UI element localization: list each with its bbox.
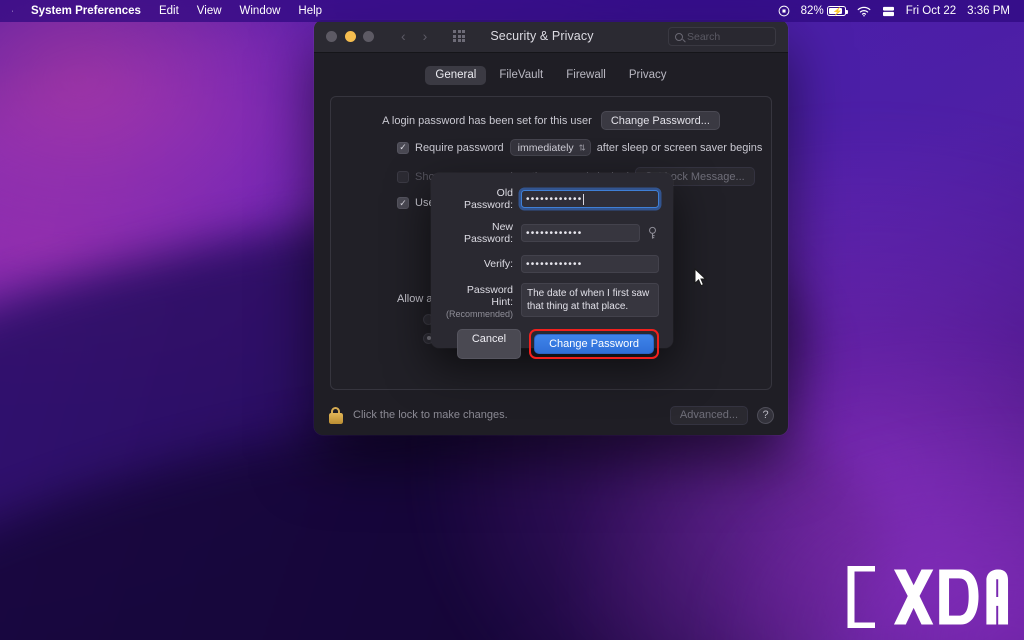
change-password-highlight: Change Password <box>529 329 659 359</box>
new-password-value: •••••••••••• <box>526 227 583 239</box>
menu-item-edit[interactable]: Edit <box>150 0 188 22</box>
menu-item-view[interactable]: View <box>188 0 231 22</box>
desktop-screen: System Preferences Edit View Window Help… <box>0 0 1024 640</box>
bracket-mark-icon <box>847 566 875 628</box>
search-input[interactable]: Search <box>668 27 776 46</box>
window-titlebar: ‹ › Security & Privacy Search <box>314 20 788 53</box>
sheet-buttons: Cancel Change Password <box>445 329 659 359</box>
tab-firewall[interactable]: Firewall <box>556 66 616 85</box>
menu-item-help[interactable]: Help <box>289 0 331 22</box>
password-hint-label: Password Hint: (Recommended) <box>445 283 521 319</box>
lock-message: Click the lock to make changes. <box>353 409 508 421</box>
window-footer: Click the lock to make changes. Advanced… <box>314 395 788 435</box>
control-center-icon[interactable] <box>778 5 790 17</box>
advanced-button[interactable]: Advanced... <box>669 405 748 425</box>
tab-filevault[interactable]: FileVault <box>489 66 553 85</box>
close-button[interactable] <box>326 30 337 42</box>
menu-bar: System Preferences Edit View Window Help… <box>0 0 1024 22</box>
window-content: General FileVault Firewall Privacy A log… <box>314 53 788 435</box>
forward-chevron-icon[interactable]: › <box>423 29 428 43</box>
require-password-suffix: after sleep or screen saver begins <box>596 141 763 154</box>
help-button[interactable]: ? <box>757 406 774 424</box>
password-hint-sublabel: (Recommended) <box>445 309 513 319</box>
search-icon <box>675 32 683 41</box>
password-hint-title: Password Hint: <box>466 284 513 308</box>
new-password-label: New Password: <box>463 221 513 245</box>
screen-mirroring-icon[interactable] <box>882 6 895 17</box>
new-password-row: New Password: •••••••••••• <box>445 221 659 245</box>
password-hint-row: Password Hint: (Recommended) The date of… <box>445 283 659 319</box>
cancel-button[interactable]: Cancel <box>456 329 522 359</box>
minimize-button[interactable] <box>344 30 356 42</box>
require-password-label: Require password <box>415 141 504 154</box>
old-password-label: Old Password: <box>463 187 513 211</box>
require-password-interval-select[interactable]: immediately <box>509 139 591 156</box>
apple-logo-icon[interactable] <box>8 4 22 18</box>
menu-item-window[interactable]: Window <box>231 0 290 22</box>
menubar-time[interactable]: 3:36 PM <box>967 5 1010 17</box>
tab-privacy[interactable]: Privacy <box>619 66 677 85</box>
menu-item-system-preferences[interactable]: System Preferences <box>22 0 150 22</box>
verify-input[interactable]: •••••••••••• <box>521 255 659 273</box>
login-password-row: A login password has been set for this u… <box>331 97 771 130</box>
traffic-lights <box>326 30 374 42</box>
lock-icon[interactable] <box>328 406 344 424</box>
tab-bar: General FileVault Firewall Privacy <box>314 66 788 85</box>
apple-watch-checkbox[interactable]: ✓ <box>397 197 409 209</box>
require-password-checkbox[interactable]: ✓ <box>397 141 409 154</box>
wifi-icon[interactable] <box>857 6 871 17</box>
search-placeholder: Search <box>687 30 721 43</box>
tab-general[interactable]: General <box>425 66 487 85</box>
security-privacy-window: ‹ › Security & Privacy Search General Fi… <box>314 20 788 435</box>
mouse-cursor <box>694 267 708 293</box>
battery-icon: ⚡ <box>826 6 848 16</box>
require-password-row: ✓ Require password immediately after sle… <box>331 139 771 156</box>
old-password-row: Old Password: •••••••••••• <box>445 187 659 211</box>
login-password-text: A login password has been set for this u… <box>382 114 592 127</box>
change-password-button[interactable]: Change Password... <box>600 111 720 130</box>
zoom-button[interactable] <box>363 30 374 42</box>
battery-status[interactable]: 82% ⚡ <box>800 5 848 17</box>
back-chevron-icon[interactable]: ‹ <box>401 29 406 43</box>
battery-percent-label: 82% <box>800 5 824 17</box>
verify-label: Verify: <box>483 258 513 270</box>
window-title: Security & Privacy <box>490 29 594 43</box>
show-message-checkbox[interactable]: ✓ <box>397 170 409 183</box>
change-password-sheet: Old Password: •••••••••••• New Password:… <box>431 173 673 359</box>
new-password-input[interactable]: •••••••••••• <box>521 224 640 242</box>
xda-watermark <box>845 566 1010 628</box>
menubar-date[interactable]: Fri Oct 22 <box>906 5 956 17</box>
key-icon[interactable] <box>646 226 659 241</box>
verify-value: •••••••••••• <box>526 258 583 270</box>
password-hint-input[interactable]: The date of when I first saw that thing … <box>521 283 659 317</box>
text-caret <box>583 193 585 205</box>
confirm-change-password-button[interactable]: Change Password <box>534 334 654 354</box>
xda-logo-text <box>893 569 1009 625</box>
old-password-input[interactable]: •••••••••••• <box>521 190 659 208</box>
verify-row: Verify: •••••••••••• <box>445 255 659 273</box>
old-password-value: •••••••••••• <box>526 193 583 205</box>
grid-icon[interactable] <box>453 30 466 42</box>
